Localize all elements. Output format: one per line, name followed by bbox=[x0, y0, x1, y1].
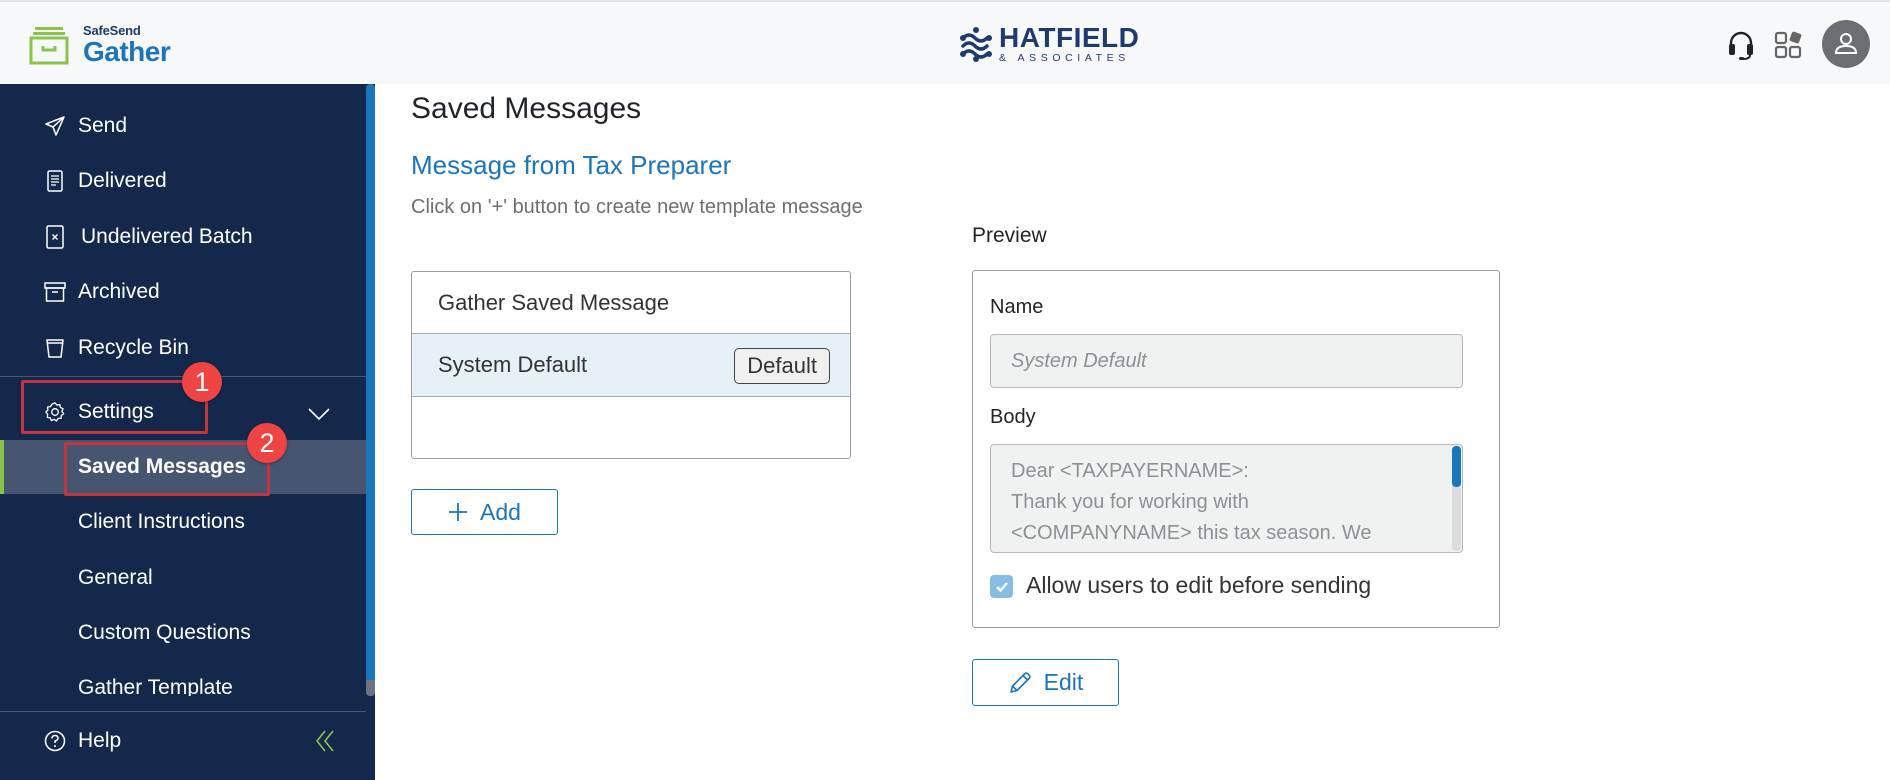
brand-name: HATFIELD bbox=[999, 22, 1140, 53]
checkmark-icon bbox=[995, 581, 1008, 592]
list-item[interactable]: Gather Saved Message bbox=[412, 272, 850, 334]
sidebar-item-label: General bbox=[78, 566, 153, 589]
apps-grid-icon[interactable] bbox=[1774, 30, 1804, 65]
document-x-icon bbox=[44, 225, 66, 249]
annotation-box-settings bbox=[21, 380, 208, 434]
brand-mark-icon bbox=[960, 26, 992, 62]
message-name: System Default bbox=[438, 352, 588, 377]
sidebar-subitem-client-instructions[interactable]: Client Instructions bbox=[0, 495, 366, 549]
sidebar-item-label: Gather Template bbox=[78, 676, 233, 696]
top-header: SafeSend Gather HATFIELD & ASSOCIATES bbox=[0, 0, 1890, 84]
body-line: Dear <TAXPAYERNAME>: bbox=[1011, 460, 1249, 482]
message-name: Gather Saved Message bbox=[438, 289, 670, 315]
default-badge: Default bbox=[734, 348, 830, 384]
headset-icon[interactable] bbox=[1727, 29, 1755, 66]
sidebar-item-undelivered-batch[interactable]: Undelivered Batch bbox=[0, 212, 366, 262]
sidebar-subitem-gather-template[interactable]: Gather Template bbox=[0, 662, 366, 696]
textarea-scrollbar-thumb[interactable] bbox=[1452, 446, 1461, 487]
body-line: Thank you for working with bbox=[1011, 491, 1249, 513]
user-avatar[interactable] bbox=[1822, 20, 1870, 68]
sidebar-item-label: Client Instructions bbox=[78, 510, 245, 533]
sidebar-item-label: Archived bbox=[78, 280, 160, 303]
section-title: Message from Tax Preparer bbox=[411, 150, 732, 180]
allow-edit-label: Allow users to edit before sending bbox=[1026, 572, 1372, 598]
sidebar-item-label: Undelivered Batch bbox=[81, 225, 253, 248]
gather-logo-icon bbox=[29, 27, 69, 65]
sidebar-scrollbar-thumb[interactable] bbox=[366, 84, 375, 696]
sidebar-item-send[interactable]: Send bbox=[0, 101, 366, 151]
name-field[interactable]: System Default bbox=[990, 334, 1463, 388]
logo-big-text: Gather bbox=[83, 36, 171, 67]
add-button[interactable]: Add bbox=[411, 489, 558, 535]
annotation-badge-2: 2 bbox=[247, 423, 287, 463]
sidebar-item-label: Custom Questions bbox=[78, 621, 251, 644]
hint-text: Click on '+' button to create new templa… bbox=[411, 196, 863, 218]
brand-subtitle: & ASSOCIATES bbox=[999, 52, 1130, 64]
sidebar-item-archived[interactable]: Archived bbox=[0, 267, 366, 317]
archive-box-icon bbox=[44, 281, 66, 303]
sidebar-item-label: Recycle Bin bbox=[78, 336, 189, 359]
annotation-box-saved-messages bbox=[64, 442, 270, 496]
sidebar-subitem-custom-questions[interactable]: Custom Questions bbox=[0, 606, 366, 660]
add-button-label: Add bbox=[480, 498, 521, 525]
safesend-gather-logo[interactable]: SafeSend Gather bbox=[29, 24, 171, 67]
sidebar-item-recycle-bin[interactable]: Recycle Bin bbox=[0, 323, 366, 373]
body-textarea[interactable]: Dear <TAXPAYERNAME>: Thank you for worki… bbox=[990, 444, 1463, 553]
list-item-selected[interactable]: System Default Default bbox=[412, 334, 850, 397]
help-circle-icon bbox=[44, 730, 66, 752]
edit-button-label: Edit bbox=[1043, 669, 1084, 695]
body-line: <COMPANYNAME> this tax season. We bbox=[1011, 522, 1372, 544]
sidebar-item-help[interactable]: Help bbox=[0, 716, 366, 766]
page-title: Saved Messages bbox=[411, 92, 642, 125]
saved-message-list: Gather Saved Message System Default Defa… bbox=[411, 271, 851, 459]
preview-heading: Preview bbox=[972, 224, 1047, 247]
sidebar-item-delivered[interactable]: Delivered bbox=[0, 156, 366, 206]
double-chevron-left-icon[interactable] bbox=[315, 730, 334, 758]
sidebar-divider bbox=[0, 711, 366, 712]
sidebar-subitem-general[interactable]: General bbox=[0, 551, 366, 605]
body-text: Dear <TAXPAYERNAME>: Thank you for worki… bbox=[1011, 456, 1431, 549]
sidebar-scrollbar-end bbox=[366, 680, 375, 696]
name-label: Name bbox=[990, 296, 1044, 318]
pencil-icon bbox=[1009, 671, 1031, 693]
send-icon bbox=[44, 115, 66, 137]
hatfield-brand-logo: HATFIELD & ASSOCIATES bbox=[959, 24, 1139, 64]
sidebar-item-label: Help bbox=[78, 729, 122, 752]
annotation-badge-1: 1 bbox=[182, 362, 222, 402]
trash-icon bbox=[44, 337, 66, 359]
sidebar-item-label: Delivered bbox=[78, 169, 167, 192]
edit-button[interactable]: Edit bbox=[972, 659, 1119, 706]
allow-edit-checkbox[interactable] bbox=[990, 575, 1013, 598]
document-icon bbox=[44, 170, 66, 192]
chevron-down-icon[interactable] bbox=[308, 403, 330, 427]
plus-icon bbox=[449, 503, 468, 521]
user-icon bbox=[1834, 33, 1858, 54]
body-label: Body bbox=[990, 406, 1036, 428]
sidebar-item-label: Send bbox=[78, 114, 128, 137]
